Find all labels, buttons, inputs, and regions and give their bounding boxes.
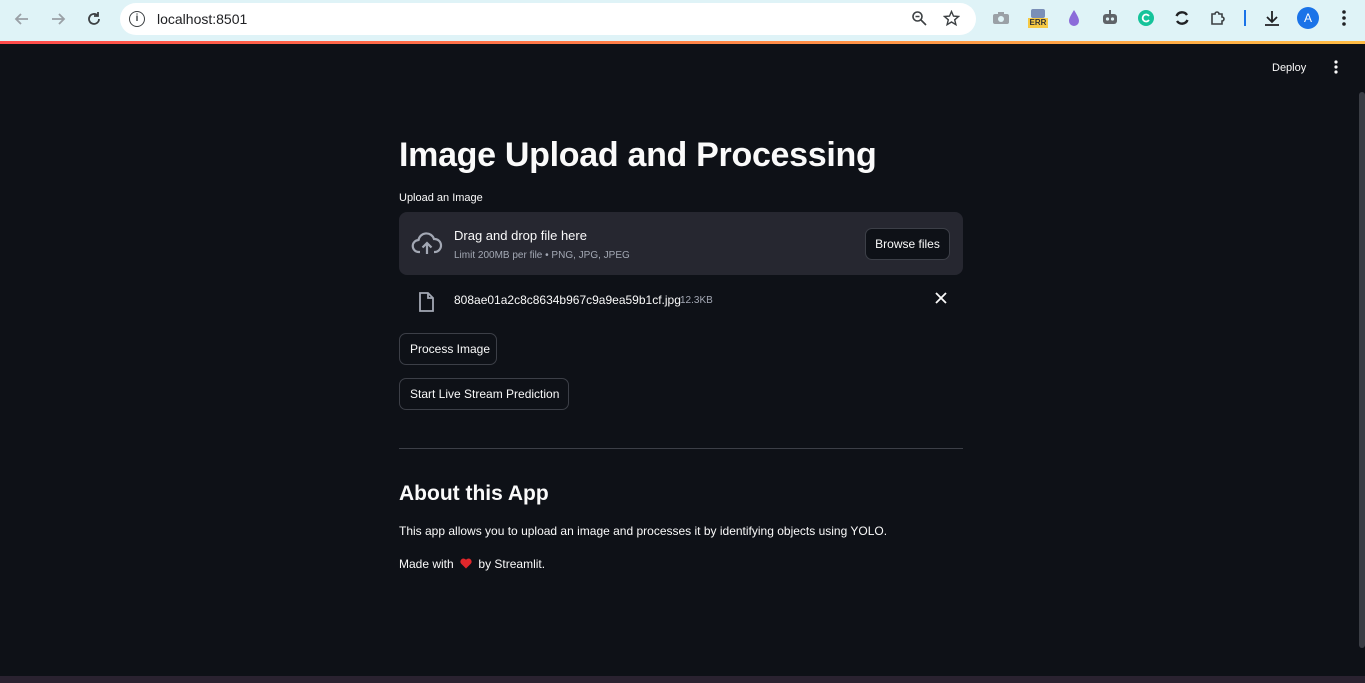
puzzle-icon[interactable] (1208, 8, 1228, 28)
zoom-icon[interactable] (910, 10, 928, 28)
robot-icon[interactable] (1100, 8, 1120, 28)
forward-arrow-icon[interactable] (47, 8, 69, 30)
about-heading: About this App (399, 482, 549, 505)
bookmark-star-icon[interactable] (942, 9, 960, 28)
download-icon[interactable] (1262, 8, 1282, 28)
err-badge-icon[interactable]: ERR (1027, 8, 1049, 28)
page-scrollbar[interactable] (1359, 92, 1365, 648)
browser-toolbar: i localhost:8501 ERR A (0, 0, 1365, 42)
about-description: This app allows you to upload an image a… (399, 524, 888, 538)
uploaded-file-row: 808ae01a2c8c8634b967c9a9ea59b1cf.jpg 12.… (399, 286, 963, 316)
sync-icon[interactable] (1172, 8, 1192, 28)
dropzone-instructions: Drag and drop file here (454, 228, 587, 243)
browser-menu-icon[interactable] (1334, 8, 1354, 28)
grammarly-icon[interactable] (1136, 8, 1156, 28)
toolbar-divider (1244, 10, 1246, 26)
process-image-button[interactable]: Process Image (399, 333, 497, 365)
cloud-upload-icon (411, 230, 443, 258)
drop-icon[interactable] (1064, 8, 1084, 28)
reload-icon[interactable] (83, 8, 105, 30)
address-bar[interactable]: i localhost:8501 (120, 3, 976, 35)
section-divider (399, 448, 963, 449)
site-info-icon[interactable]: i (129, 11, 145, 27)
uploaded-file-name: 808ae01a2c8c8634b967c9a9ea59b1cf.jpg (454, 293, 681, 307)
app-header: Deploy (0, 44, 1365, 94)
made-with-prefix: Made with (399, 557, 454, 571)
deploy-button[interactable]: Deploy (1272, 62, 1306, 74)
url-text[interactable]: localhost:8501 (157, 11, 247, 27)
made-with-line: Made with by Streamlit. (399, 557, 545, 571)
back-arrow-icon[interactable] (11, 8, 33, 30)
file-dropzone[interactable]: Drag and drop file here Limit 200MB per … (399, 212, 963, 275)
err-badge-label: ERR (1027, 17, 1049, 28)
remove-file-icon[interactable] (934, 292, 948, 308)
main-menu-icon[interactable] (1330, 60, 1342, 78)
uploaded-file-size: 12.3KB (680, 295, 713, 306)
upload-label: Upload an Image (399, 192, 483, 204)
start-live-stream-button[interactable]: Start Live Stream Prediction (399, 378, 569, 410)
made-with-suffix: by Streamlit. (478, 557, 546, 571)
heart-icon (460, 557, 475, 571)
os-taskbar-edge (0, 676, 1365, 683)
page-title: Image Upload and Processing (399, 136, 877, 174)
profile-avatar[interactable]: A (1297, 7, 1319, 29)
camera-icon[interactable] (991, 8, 1011, 28)
file-icon (418, 292, 434, 312)
browse-files-button[interactable]: Browse files (865, 228, 950, 260)
dropzone-limit-text: Limit 200MB per file • PNG, JPG, JPEG (454, 250, 630, 261)
